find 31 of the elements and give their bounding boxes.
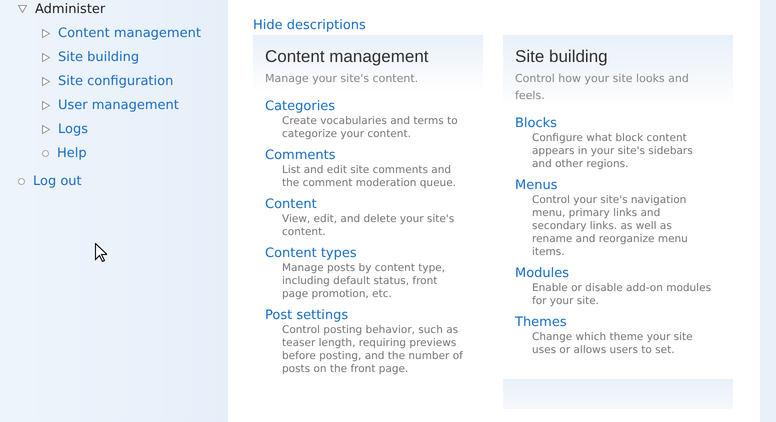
- admin-link[interactable]: Content types: [265, 246, 357, 261]
- link-description: Control your site's navigation menu, primary links and secondary links. as well as rename and reorganize menu items.: [531, 194, 689, 259]
- sidebar-item[interactable]: Help: [57, 146, 87, 160]
- panel-description: Control how your site looks and feels.: [515, 71, 690, 104]
- panel-description: Manage your site's content.: [265, 71, 420, 87]
- sidebar-item[interactable]: Site configuration: [58, 74, 174, 88]
- sidebar-item[interactable]: Administer: [35, 2, 106, 16]
- link-description: Change which theme your site uses or allows users to set.: [531, 331, 694, 357]
- link-description: List and edit site comments and the comment moderation queue.: [281, 164, 458, 190]
- admin-link[interactable]: Modules: [515, 266, 570, 281]
- link-description: Create vocabularies and terms to categorize your content.: [281, 115, 459, 141]
- admin-link[interactable]: Categories: [265, 99, 336, 114]
- link-description: Enable or disable add-on modules for your site.: [531, 282, 712, 308]
- sidebar-item[interactable]: Log out: [33, 174, 82, 188]
- sidebar-item[interactable]: Content management: [58, 26, 201, 40]
- admin-link[interactable]: Menus: [515, 178, 558, 193]
- link-description: Control posting behavior, such as teaser length, requiring previews before posting, and the number of posts on the front page.: [281, 324, 464, 376]
- admin-link[interactable]: Themes: [515, 315, 567, 330]
- link-description: Configure what block content appears in your site's sidebars and other regions.: [531, 132, 694, 171]
- admin-link[interactable]: Comments: [265, 148, 336, 163]
- link-description: View, edit, and delete your site's content.: [281, 213, 456, 239]
- panel-title: Site building: [515, 47, 609, 67]
- sidebar-item[interactable]: Logs: [58, 122, 88, 136]
- link-description: Manage posts by content type, including default status, front page promotion, etc.: [281, 262, 446, 301]
- hide-descriptions-link[interactable]: Hide descriptions: [253, 18, 366, 33]
- admin-link[interactable]: Post settings: [265, 308, 348, 323]
- admin-link[interactable]: Blocks: [515, 116, 557, 131]
- sidebar-item[interactable]: Site building: [58, 50, 140, 64]
- admin-link[interactable]: Content: [265, 197, 317, 212]
- sidebar-item[interactable]: User management: [58, 98, 179, 112]
- panel-title: Content management: [265, 47, 430, 67]
